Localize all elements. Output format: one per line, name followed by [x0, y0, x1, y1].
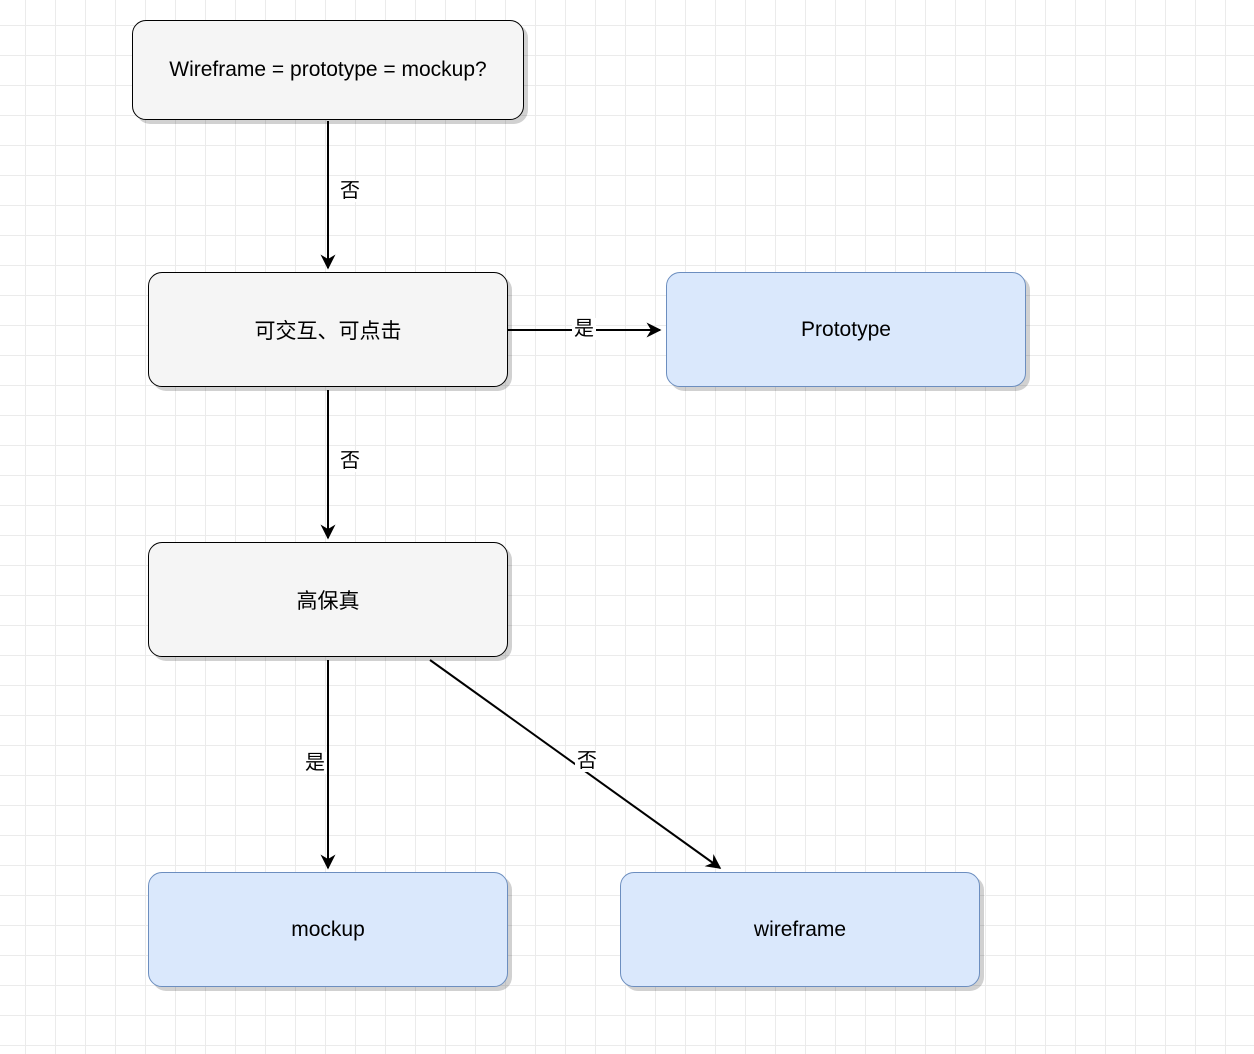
node-hifidelity[interactable]: 高保真 [148, 542, 508, 657]
node-prototype[interactable]: Prototype [666, 272, 1026, 387]
node-mockup-label: mockup [291, 918, 365, 942]
edge-label-hifi-to-wireframe: 否 [575, 750, 599, 772]
node-prototype-label: Prototype [801, 318, 891, 342]
node-interactive-label: 可交互、可点击 [255, 315, 402, 345]
node-start-label: Wireframe = prototype = mockup? [169, 58, 486, 82]
node-interactive[interactable]: 可交互、可点击 [148, 272, 508, 387]
edge-label-interactive-to-prototype: 是 [572, 318, 596, 340]
node-wireframe[interactable]: wireframe [620, 872, 980, 987]
edge-label-start-to-interactive: 否 [338, 180, 362, 202]
node-start[interactable]: Wireframe = prototype = mockup? [132, 20, 524, 120]
node-wireframe-label: wireframe [754, 918, 846, 942]
node-hifidelity-label: 高保真 [297, 585, 360, 615]
edge-label-interactive-to-hifi: 否 [338, 450, 362, 472]
node-mockup[interactable]: mockup [148, 872, 508, 987]
diagram-canvas: Wireframe = prototype = mockup? 可交互、可点击 … [0, 0, 1254, 1054]
edge-label-hifi-to-mockup: 是 [303, 752, 327, 774]
